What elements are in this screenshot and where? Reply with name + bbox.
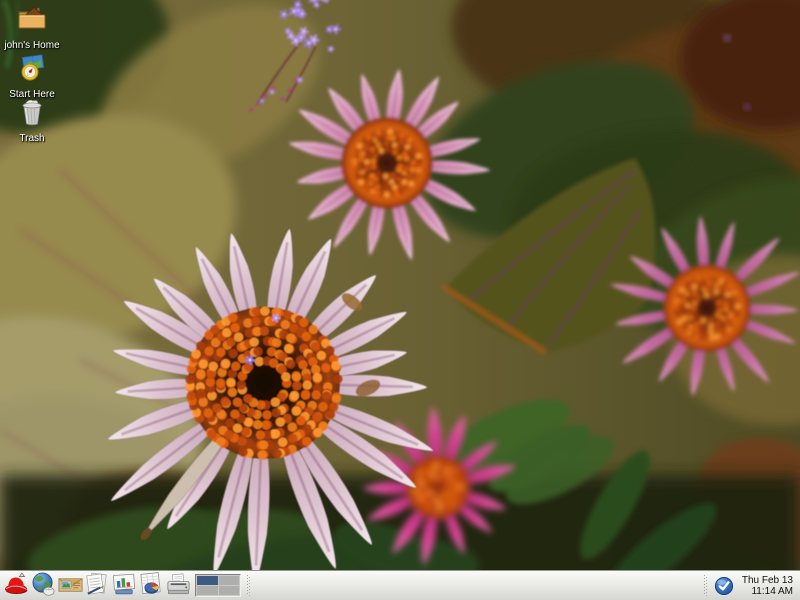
desktop: john's Home Start Here (0, 0, 800, 600)
clock[interactable]: Thu Feb 13 11:14 AM (742, 575, 793, 597)
desktop-icon-label: john's Home (4, 40, 59, 51)
workspace-cell-3[interactable] (197, 586, 218, 595)
panel-drag-handle-right[interactable] (703, 575, 708, 596)
email-envelope-icon (57, 571, 84, 600)
spreadsheet-pie-icon (138, 571, 165, 600)
trash-can-icon (20, 98, 44, 131)
start-here-compass-icon (18, 54, 46, 87)
taskbar-panel: Thu Feb 13 11:14 AM (0, 570, 800, 600)
desktop-icon-label: Trash (19, 133, 44, 144)
red-hat-main-menu-icon (3, 571, 30, 600)
workspace-switcher[interactable] (195, 574, 241, 597)
presentation-launcher[interactable] (111, 572, 138, 599)
word-processor-launcher[interactable] (84, 572, 111, 599)
desktop-icon-home[interactable]: john's Home (0, 3, 70, 51)
main-menu-button[interactable] (3, 572, 30, 599)
word-processor-icon (84, 571, 111, 600)
workspace-cell-1[interactable] (197, 576, 218, 585)
printer-launcher[interactable] (165, 572, 192, 599)
panel-drag-handle-left[interactable] (246, 575, 251, 596)
update-notifier-button[interactable] (713, 575, 735, 597)
spreadsheet-launcher[interactable] (138, 572, 165, 599)
printer-icon (165, 571, 192, 600)
update-check-icon (713, 585, 735, 600)
web-browser-globe-icon (30, 571, 57, 600)
workspace-cell-4[interactable] (219, 586, 240, 595)
email-launcher[interactable] (57, 572, 84, 599)
home-folder-icon (16, 3, 48, 38)
desktop-wallpaper (0, 0, 800, 600)
desktop-icon-trash[interactable]: Trash (0, 98, 70, 144)
desktop-icon-start-here[interactable]: Start Here (0, 54, 70, 100)
presentation-chart-icon (111, 571, 138, 600)
clock-time: 11:14 AM (742, 586, 793, 597)
workspace-cell-2[interactable] (219, 576, 240, 585)
clock-date: Thu Feb 13 (742, 575, 793, 586)
web-browser-launcher[interactable] (30, 572, 57, 599)
